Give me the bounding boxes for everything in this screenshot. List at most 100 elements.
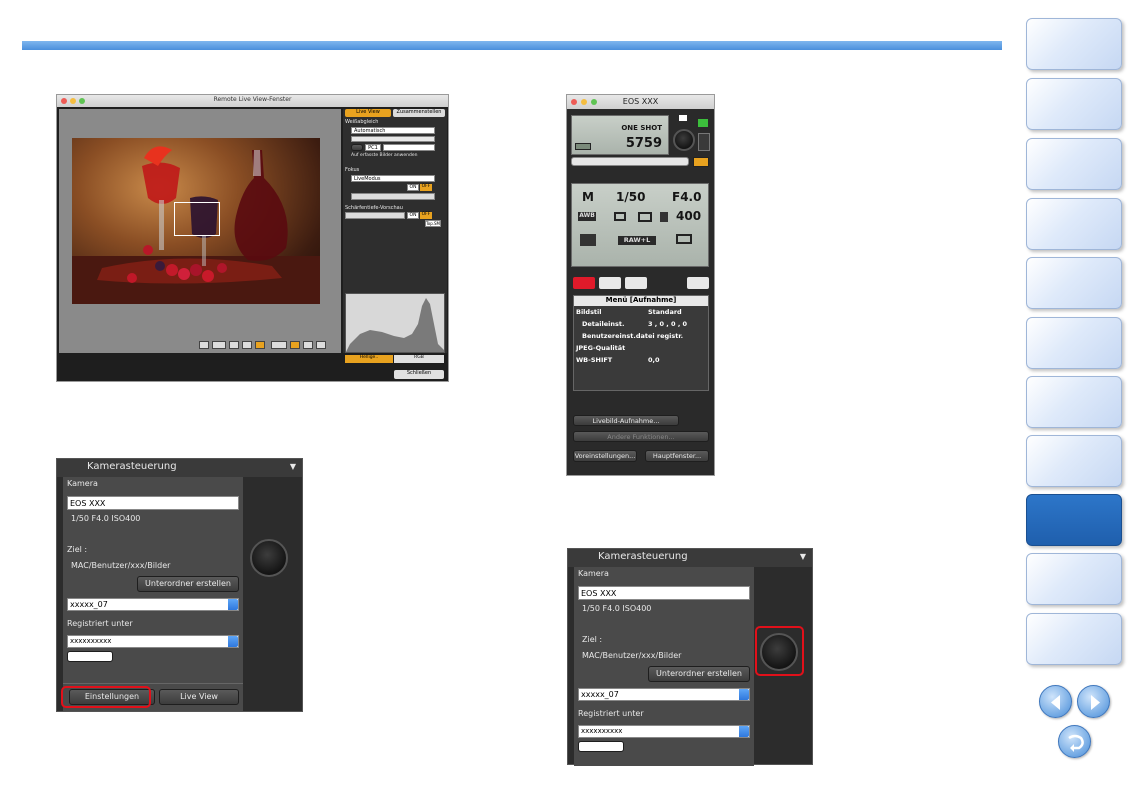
battery-icon bbox=[575, 143, 591, 150]
live-view-shooting-button[interactable]: Livebild-Aufnahme... bbox=[573, 415, 679, 426]
live-view-button[interactable]: Live View bbox=[159, 689, 239, 705]
side-tab-7[interactable] bbox=[1026, 376, 1122, 428]
exposure-summary: 1/50 F4.0 ISO400 bbox=[582, 604, 652, 613]
aspect-icon[interactable] bbox=[290, 341, 300, 349]
eyedropper-camera-icon[interactable] bbox=[578, 741, 624, 752]
menu-tab-flash[interactable] bbox=[599, 277, 621, 289]
collapse-arrow-icon[interactable]: ▼ bbox=[800, 552, 806, 561]
select-arrows-icon[interactable] bbox=[739, 689, 749, 700]
status-field bbox=[571, 157, 689, 166]
collapse-arrow-icon[interactable]: ▼ bbox=[290, 462, 296, 471]
live-view-preview[interactable] bbox=[59, 109, 341, 353]
compare-icon[interactable] bbox=[316, 341, 326, 349]
camera-settings-icon[interactable] bbox=[693, 157, 709, 167]
menu-row-wb-shift[interactable]: WB-SHIFT 0,0 bbox=[574, 356, 708, 367]
tab-live-view[interactable]: Live View bbox=[345, 109, 391, 117]
top-sm-button[interactable]: Top.SM bbox=[425, 220, 441, 227]
registered-select[interactable]: xxxxxxxxxx bbox=[67, 635, 239, 648]
menu-row-detail[interactable]: Detaileinst. 3 , 0 , 0 , 0 bbox=[574, 320, 708, 331]
camera-settings-area: Kamera EOS XXX 1/50 F4.0 ISO400 Ziel : M… bbox=[63, 477, 243, 711]
live-view-mode-icon[interactable] bbox=[679, 115, 687, 121]
drive-mode-icon[interactable] bbox=[614, 212, 626, 221]
dof-bar bbox=[345, 212, 405, 219]
side-tab-1[interactable] bbox=[1026, 18, 1122, 70]
folder-select[interactable]: xxxxx_07 bbox=[578, 688, 750, 701]
side-tab-9-active[interactable] bbox=[1026, 494, 1122, 546]
apply-to-captured-checkbox[interactable]: Auf erfasste Bilder anwenden bbox=[351, 153, 417, 158]
image-quality-badge[interactable]: RAW+L bbox=[618, 236, 656, 245]
arrow-left-icon bbox=[1051, 695, 1060, 710]
side-tab-3[interactable] bbox=[1026, 138, 1122, 190]
menu-tab-setup[interactable] bbox=[625, 277, 647, 289]
create-subfolder-button[interactable]: Unterordner erstellen bbox=[137, 576, 239, 592]
side-tab-2[interactable] bbox=[1026, 78, 1122, 130]
zoom-icon[interactable] bbox=[212, 341, 226, 349]
side-tab-6[interactable] bbox=[1026, 317, 1122, 369]
next-page-button[interactable] bbox=[1077, 685, 1110, 718]
preview-toolbar bbox=[199, 341, 339, 351]
rotate-left-icon[interactable] bbox=[229, 341, 239, 349]
folder-select[interactable]: xxxxx_07 bbox=[67, 598, 239, 611]
pc-save-icon[interactable] bbox=[676, 234, 692, 244]
picture-style-icon[interactable] bbox=[580, 234, 596, 246]
wb-value-field[interactable] bbox=[383, 144, 435, 151]
histogram-tab-rgb[interactable]: RGB bbox=[394, 355, 444, 363]
side-tab-10[interactable] bbox=[1026, 553, 1122, 605]
camera-control-panel-1: Kamerasteuerung ▼ Kamera EOS XXX 1/50 F4… bbox=[56, 458, 303, 712]
return-button[interactable] bbox=[1058, 725, 1091, 758]
timer-icon[interactable] bbox=[687, 277, 709, 289]
grid-icon[interactable] bbox=[271, 341, 287, 349]
registered-select[interactable]: xxxxxxxxxx bbox=[578, 725, 750, 738]
side-tab-4[interactable] bbox=[1026, 198, 1122, 250]
white-balance-badge[interactable]: AWB bbox=[578, 212, 596, 221]
eyedropper-camera-icon[interactable] bbox=[67, 651, 113, 662]
focus-step-buttons[interactable] bbox=[351, 193, 435, 200]
iso-value[interactable]: 400 bbox=[676, 209, 701, 223]
camera-connected-icon bbox=[698, 119, 708, 127]
aperture-value[interactable]: F4.0 bbox=[672, 190, 701, 204]
side-tab-8[interactable] bbox=[1026, 435, 1122, 487]
screenshot-icon[interactable] bbox=[303, 341, 313, 349]
highlight-icon[interactable] bbox=[255, 341, 265, 349]
white-balance-slider[interactable] bbox=[351, 136, 435, 142]
select-arrows-icon[interactable] bbox=[228, 636, 238, 647]
dof-on-button[interactable]: ON bbox=[407, 212, 419, 219]
window-titlebar: Remote Live View-Fenster bbox=[57, 95, 448, 107]
side-tab-11[interactable] bbox=[1026, 613, 1122, 665]
focus-frame[interactable] bbox=[174, 202, 220, 236]
focus-off-button[interactable]: OFF bbox=[420, 184, 432, 191]
rotate-right-icon[interactable] bbox=[242, 341, 252, 349]
preferences-button[interactable]: Voreinstellungen... bbox=[573, 450, 637, 462]
histogram-tab-brightness[interactable]: Hellige.. bbox=[345, 355, 393, 363]
focus-point-icon[interactable] bbox=[199, 341, 209, 349]
menu-row-picture-style[interactable]: Bildstil Standard bbox=[574, 308, 708, 319]
camera-label: Kamera bbox=[67, 479, 98, 488]
main-window-button[interactable]: Hauptfenster... bbox=[645, 450, 709, 462]
menu-row-jpeg-quality[interactable]: JPEG-Qualität bbox=[574, 344, 708, 355]
dof-off-button[interactable]: OFF bbox=[420, 212, 432, 219]
metering-mode-icon[interactable] bbox=[638, 212, 652, 222]
shooting-mode[interactable]: M bbox=[582, 190, 594, 204]
select-arrows-icon[interactable] bbox=[739, 726, 749, 737]
eyedropper-button[interactable] bbox=[351, 144, 363, 151]
capture-settings-lcd: M 1/50 F4.0 AWB 400 RAW+L bbox=[571, 183, 709, 267]
close-button[interactable]: Schließen bbox=[394, 370, 444, 379]
af-icon[interactable] bbox=[698, 133, 710, 151]
shutter-button[interactable] bbox=[673, 129, 695, 151]
white-balance-select[interactable]: Automatisch bbox=[351, 127, 435, 134]
focus-mode-select[interactable]: LiveModus bbox=[351, 175, 435, 182]
menu-row-register-user[interactable]: Benutzereinst.datei registr. bbox=[574, 332, 708, 343]
other-functions-button[interactable]: Andere Funktionen... bbox=[573, 431, 709, 442]
side-tab-5[interactable] bbox=[1026, 257, 1122, 309]
lcd-af-mode: ONE SHOT bbox=[621, 124, 662, 132]
tab-zusammenstellen[interactable]: Zusammenstellen bbox=[393, 109, 445, 117]
create-subfolder-button[interactable]: Unterordner erstellen bbox=[648, 666, 750, 682]
eos-main-window: EOS XXX ONE SHOT 5759 M 1/50 F4.0 AWB 40… bbox=[566, 94, 715, 476]
menu-tab-capture[interactable] bbox=[573, 277, 595, 289]
focus-on-button[interactable]: ON bbox=[407, 184, 419, 191]
pc-button[interactable]: PC1 bbox=[365, 144, 381, 151]
shutter-button[interactable] bbox=[250, 539, 288, 577]
select-arrows-icon[interactable] bbox=[228, 599, 238, 610]
previous-page-button[interactable] bbox=[1039, 685, 1072, 718]
shutter-speed[interactable]: 1/50 bbox=[616, 190, 645, 204]
